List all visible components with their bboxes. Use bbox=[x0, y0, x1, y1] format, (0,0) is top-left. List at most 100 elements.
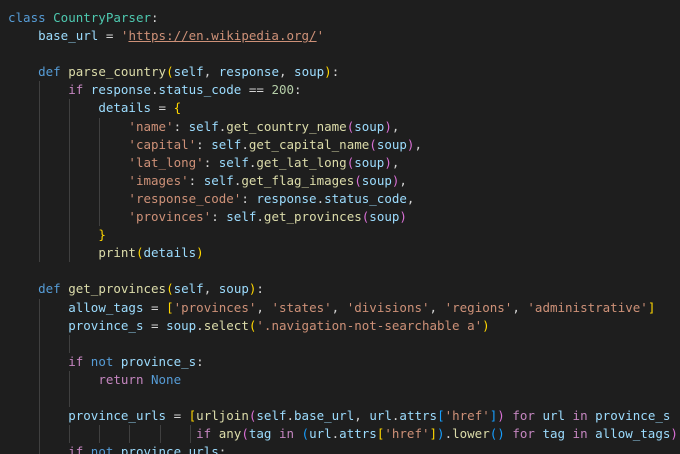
code-lines: class CountryParser: base_url = 'https:/… bbox=[8, 9, 680, 454]
code-token-control: in bbox=[565, 408, 596, 424]
code-token-plain: , bbox=[256, 299, 272, 315]
code-token-variable: allow_tags bbox=[595, 426, 671, 442]
code-line[interactable]: } bbox=[8, 226, 680, 245]
code-line[interactable]: def get_provinces(self, soup): bbox=[8, 280, 680, 298]
code-token-plain: : bbox=[151, 10, 159, 25]
code-line[interactable]: 'response_code': response.status_code, bbox=[8, 189, 680, 209]
code-token-string: '.navigation-not-searchable a' bbox=[256, 317, 483, 333]
code-token-url: https://en.wikipedia.org/ bbox=[128, 28, 317, 44]
code-token-variable: attrs bbox=[399, 408, 438, 424]
code-token-bracket3: [ bbox=[437, 408, 445, 424]
code-line[interactable] bbox=[8, 388, 680, 408]
code-token-plain: . bbox=[151, 82, 159, 98]
code-token-class: CountryParser bbox=[53, 10, 151, 25]
code-token-plain: : bbox=[203, 154, 219, 170]
code-token-string: ' bbox=[316, 28, 325, 44]
code-line[interactable]: details = { bbox=[8, 99, 680, 118]
code-token-variable: tag bbox=[248, 426, 272, 442]
code-token-variable: url bbox=[542, 408, 566, 424]
indent-guide bbox=[69, 388, 71, 408]
indent-guide bbox=[39, 298, 41, 317]
indent-guide bbox=[39, 226, 41, 245]
code-token-string: 'images' bbox=[128, 172, 189, 188]
code-line[interactable] bbox=[8, 45, 680, 63]
indent-guide bbox=[99, 208, 101, 227]
code-token-variable: base_url bbox=[294, 408, 355, 424]
code-token-variable: soup bbox=[166, 317, 197, 333]
code-line[interactable]: class CountryParser: bbox=[8, 9, 680, 27]
indent-guide bbox=[69, 99, 71, 118]
code-line[interactable]: if response.status_code == 200: bbox=[8, 81, 680, 100]
code-token-bracket3: ) bbox=[437, 426, 445, 442]
indent-guide bbox=[69, 153, 71, 172]
code-token-bracket1: ] bbox=[429, 426, 438, 442]
code-token-plain: : bbox=[218, 444, 227, 454]
indent-guide bbox=[99, 189, 101, 209]
code-token-control: if bbox=[68, 353, 91, 369]
code-token-variable: self bbox=[203, 172, 234, 188]
code-line[interactable]: print(details) bbox=[8, 244, 680, 263]
code-line[interactable]: def parse_country(self, response, soup): bbox=[8, 63, 680, 81]
code-token-plain: . bbox=[256, 209, 264, 225]
code-token-keyword: class bbox=[8, 10, 54, 25]
indent-guide bbox=[69, 244, 71, 263]
code-token-keyword: None bbox=[151, 371, 182, 387]
code-line[interactable]: if not province_s: bbox=[8, 352, 680, 371]
code-token-plain: , bbox=[354, 408, 370, 424]
code-line[interactable]: 'lat_long': self.get_lat_long(soup), bbox=[8, 153, 680, 172]
indent-guide bbox=[69, 425, 71, 444]
code-token-plain: : bbox=[256, 281, 264, 297]
code-token-plain: : bbox=[211, 209, 227, 225]
indent-guide bbox=[39, 171, 41, 190]
code-token-function: get_country_name bbox=[226, 118, 347, 134]
indent-guide bbox=[99, 425, 101, 444]
code-token-string: 'states' bbox=[271, 299, 332, 315]
code-line[interactable]: 'name': self.get_country_name(soup), bbox=[8, 117, 680, 136]
code-token-variable: self bbox=[173, 64, 204, 80]
code-line[interactable]: province_urls = [urljoin(self.base_url, … bbox=[8, 407, 680, 426]
code-line[interactable]: 'provinces': self.get_provinces(soup) bbox=[8, 208, 680, 227]
code-token-variable: response bbox=[218, 64, 279, 80]
code-token-plain: . bbox=[196, 317, 204, 333]
code-token-function: get_lat_long bbox=[256, 154, 347, 170]
code-token-variable: status_code bbox=[158, 82, 242, 98]
indent-guide bbox=[189, 425, 191, 444]
code-token-variable: self bbox=[211, 136, 242, 152]
code-token-bracket1: { bbox=[173, 100, 182, 116]
code-line[interactable]: if any(tag in (url.attrs['href']).lower(… bbox=[8, 425, 680, 444]
code-token-control: in bbox=[565, 426, 596, 442]
code-token-variable: province_s bbox=[68, 317, 144, 333]
code-line[interactable] bbox=[8, 262, 680, 280]
code-line[interactable]: if not province_urls: bbox=[8, 443, 680, 454]
code-token-string: 'provinces' bbox=[128, 209, 212, 225]
code-line[interactable]: province_s = soup.select('.navigation-no… bbox=[8, 316, 680, 335]
indent-guide bbox=[69, 334, 71, 353]
code-token-variable: soup bbox=[361, 172, 392, 188]
code-token-variable: soup bbox=[369, 209, 400, 225]
code-token-variable: province_urls bbox=[68, 408, 167, 424]
code-line[interactable]: 'images': self.get_flag_images(soup), bbox=[8, 171, 680, 190]
code-token-variable: attrs bbox=[339, 426, 377, 442]
code-token-variable: soup bbox=[218, 281, 249, 297]
code-line[interactable]: return None bbox=[8, 370, 680, 389]
code-token-control: for bbox=[504, 426, 543, 442]
code-token-function: get_provinces bbox=[68, 281, 167, 297]
code-token-function: get_capital_name bbox=[248, 136, 370, 152]
code-line[interactable]: base_url = 'https://en.wikipedia.org/' bbox=[8, 27, 680, 45]
code-line[interactable]: 'capital': self.get_capital_name(soup), bbox=[8, 135, 680, 154]
code-line[interactable] bbox=[8, 334, 680, 353]
code-line[interactable]: allow_tags = ['provinces', 'states', 'di… bbox=[8, 298, 680, 317]
code-token-function: any bbox=[218, 426, 242, 442]
indent-guide bbox=[39, 99, 41, 118]
code-editor[interactable]: class CountryParser: base_url = 'https:/… bbox=[0, 0, 680, 454]
code-token-function: urljoin bbox=[196, 408, 249, 424]
code-token-function: select bbox=[203, 317, 249, 333]
code-token-plain: , bbox=[391, 154, 400, 170]
